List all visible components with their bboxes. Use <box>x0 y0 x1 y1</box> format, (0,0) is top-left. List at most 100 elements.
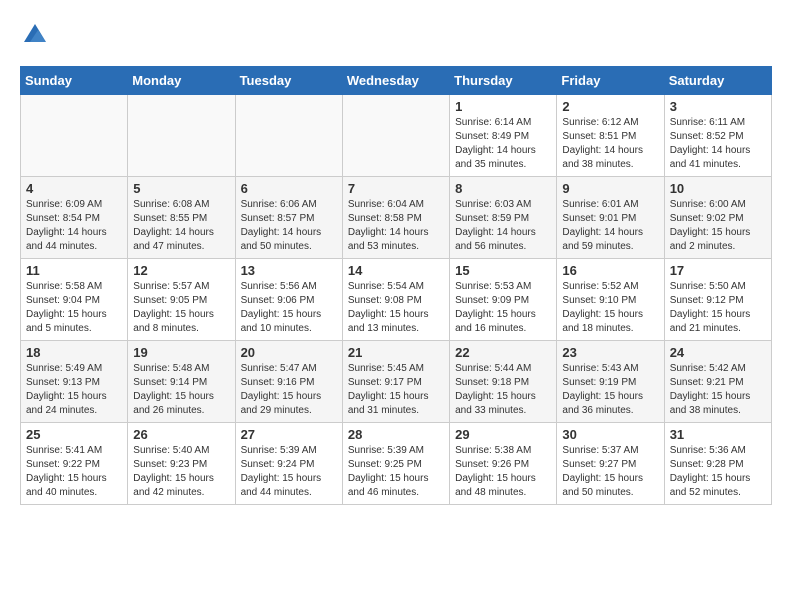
calendar-day-cell: 19 Sunrise: 5:48 AM Sunset: 9:14 PM Dayli… <box>128 341 235 423</box>
day-number: 2 <box>562 99 658 114</box>
day-info: Sunrise: 5:49 AM Sunset: 9:13 PM Dayligh… <box>26 362 122 418</box>
day-info: Sunrise: 6:11 AM Sunset: 8:52 PM Dayligh… <box>670 116 766 172</box>
calendar-day-cell <box>235 95 342 177</box>
calendar-day-cell: 13Sunrise: 5:56 AM Sunset: 9:06 PM Dayli… <box>235 259 342 341</box>
day-number: 25 <box>26 427 122 442</box>
weekday-header: Sunday <box>21 67 128 95</box>
day-info: Sunrise: 6:14 AM Sunset: 8:49 PM Dayligh… <box>455 116 551 172</box>
calendar-day-cell: 7 Sunrise: 6:04 AM Sunset: 8:58 PM Daylig… <box>342 177 449 259</box>
day-info: Sunrise: 5:39 AM Sunset: 9:25 PM Dayligh… <box>348 444 444 500</box>
weekday-header: Monday <box>128 67 235 95</box>
calendar-day-cell <box>342 95 449 177</box>
day-info: Sunrise: 5:47 AM Sunset: 9:16 PM Dayligh… <box>241 362 337 418</box>
calendar-day-cell: 14Sunrise: 5:54 AM Sunset: 9:08 PM Dayli… <box>342 259 449 341</box>
weekday-header: Wednesday <box>342 67 449 95</box>
calendar-week-row: 25 Sunrise: 5:41 AM Sunset: 9:22 PM Dayli… <box>21 423 772 505</box>
calendar-day-cell: 25 Sunrise: 5:41 AM Sunset: 9:22 PM Dayli… <box>21 423 128 505</box>
day-number: 16 <box>562 263 658 278</box>
day-number: 19 <box>133 345 229 360</box>
day-info: Sunrise: 5:41 AM Sunset: 9:22 PM Dayligh… <box>26 444 122 500</box>
day-info: Sunrise: 5:36 AM Sunset: 9:28 PM Dayligh… <box>670 444 766 500</box>
day-number: 4 <box>26 181 122 196</box>
day-number: 24 <box>670 345 766 360</box>
day-number: 27 <box>241 427 337 442</box>
calendar-day-cell: 27 Sunrise: 5:39 AM Sunset: 9:24 PM Dayli… <box>235 423 342 505</box>
calendar-day-cell: 23 Sunrise: 5:43 AM Sunset: 9:19 PM Dayli… <box>557 341 664 423</box>
day-number: 1 <box>455 99 551 114</box>
day-info: Sunrise: 5:50 AM Sunset: 9:12 PM Dayligh… <box>670 280 766 336</box>
weekday-header: Tuesday <box>235 67 342 95</box>
day-info: Sunrise: 6:12 AM Sunset: 8:51 PM Dayligh… <box>562 116 658 172</box>
calendar-week-row: 18 Sunrise: 5:49 AM Sunset: 9:13 PM Dayli… <box>21 341 772 423</box>
calendar-day-cell: 18 Sunrise: 5:49 AM Sunset: 9:13 PM Dayli… <box>21 341 128 423</box>
calendar-body: 1 Sunrise: 6:14 AM Sunset: 8:49 PM Daylig… <box>21 95 772 505</box>
day-number: 18 <box>26 345 122 360</box>
calendar-day-cell: 12Sunrise: 5:57 AM Sunset: 9:05 PM Dayli… <box>128 259 235 341</box>
calendar-day-cell: 26Sunrise: 5:40 AM Sunset: 9:23 PM Dayli… <box>128 423 235 505</box>
day-info: Sunrise: 6:01 AM Sunset: 9:01 PM Dayligh… <box>562 198 658 254</box>
weekday-header: Friday <box>557 67 664 95</box>
calendar-day-cell: 24Sunrise: 5:42 AM Sunset: 9:21 PM Dayli… <box>664 341 771 423</box>
calendar-day-cell: 29 Sunrise: 5:38 AM Sunset: 9:26 PM Dayli… <box>450 423 557 505</box>
day-number: 31 <box>670 427 766 442</box>
day-info: Sunrise: 6:09 AM Sunset: 8:54 PM Dayligh… <box>26 198 122 254</box>
calendar-day-cell: 20 Sunrise: 5:47 AM Sunset: 9:16 PM Dayli… <box>235 341 342 423</box>
day-number: 11 <box>26 263 122 278</box>
calendar-day-cell <box>128 95 235 177</box>
day-number: 3 <box>670 99 766 114</box>
day-number: 6 <box>241 181 337 196</box>
weekday-header: Saturday <box>664 67 771 95</box>
calendar-day-cell: 15 Sunrise: 5:53 AM Sunset: 9:09 PM Dayli… <box>450 259 557 341</box>
day-number: 21 <box>348 345 444 360</box>
day-info: Sunrise: 5:58 AM Sunset: 9:04 PM Dayligh… <box>26 280 122 336</box>
day-info: Sunrise: 5:52 AM Sunset: 9:10 PM Dayligh… <box>562 280 658 336</box>
calendar-day-cell: 16 Sunrise: 5:52 AM Sunset: 9:10 PM Dayli… <box>557 259 664 341</box>
calendar-table: SundayMondayTuesdayWednesdayThursdayFrid… <box>20 66 772 505</box>
calendar-day-cell: 6Sunrise: 6:06 AM Sunset: 8:57 PM Daylig… <box>235 177 342 259</box>
day-info: Sunrise: 5:48 AM Sunset: 9:14 PM Dayligh… <box>133 362 229 418</box>
day-number: 17 <box>670 263 766 278</box>
calendar-day-cell: 8Sunrise: 6:03 AM Sunset: 8:59 PM Daylig… <box>450 177 557 259</box>
day-info: Sunrise: 5:53 AM Sunset: 9:09 PM Dayligh… <box>455 280 551 336</box>
calendar-day-cell: 9 Sunrise: 6:01 AM Sunset: 9:01 PM Daylig… <box>557 177 664 259</box>
day-number: 7 <box>348 181 444 196</box>
day-number: 29 <box>455 427 551 442</box>
day-number: 23 <box>562 345 658 360</box>
calendar-day-cell: 1 Sunrise: 6:14 AM Sunset: 8:49 PM Daylig… <box>450 95 557 177</box>
logo <box>20 20 54 50</box>
day-info: Sunrise: 6:08 AM Sunset: 8:55 PM Dayligh… <box>133 198 229 254</box>
calendar-day-cell: 21 Sunrise: 5:45 AM Sunset: 9:17 PM Dayli… <box>342 341 449 423</box>
weekday-header: Thursday <box>450 67 557 95</box>
day-info: Sunrise: 6:03 AM Sunset: 8:59 PM Dayligh… <box>455 198 551 254</box>
day-number: 20 <box>241 345 337 360</box>
calendar-day-cell: 11 Sunrise: 5:58 AM Sunset: 9:04 PM Dayli… <box>21 259 128 341</box>
day-info: Sunrise: 6:00 AM Sunset: 9:02 PM Dayligh… <box>670 198 766 254</box>
calendar-week-row: 11 Sunrise: 5:58 AM Sunset: 9:04 PM Dayli… <box>21 259 772 341</box>
calendar-day-cell: 2 Sunrise: 6:12 AM Sunset: 8:51 PM Daylig… <box>557 95 664 177</box>
day-info: Sunrise: 5:38 AM Sunset: 9:26 PM Dayligh… <box>455 444 551 500</box>
day-number: 9 <box>562 181 658 196</box>
calendar-day-cell: 30Sunrise: 5:37 AM Sunset: 9:27 PM Dayli… <box>557 423 664 505</box>
calendar-week-row: 1 Sunrise: 6:14 AM Sunset: 8:49 PM Daylig… <box>21 95 772 177</box>
day-info: Sunrise: 5:45 AM Sunset: 9:17 PM Dayligh… <box>348 362 444 418</box>
calendar-day-cell: 31 Sunrise: 5:36 AM Sunset: 9:28 PM Dayli… <box>664 423 771 505</box>
day-number: 10 <box>670 181 766 196</box>
day-number: 12 <box>133 263 229 278</box>
day-number: 28 <box>348 427 444 442</box>
calendar-day-cell: 10 Sunrise: 6:00 AM Sunset: 9:02 PM Dayli… <box>664 177 771 259</box>
weekday-header-row: SundayMondayTuesdayWednesdayThursdayFrid… <box>21 67 772 95</box>
page-header <box>20 20 772 50</box>
day-number: 15 <box>455 263 551 278</box>
day-number: 30 <box>562 427 658 442</box>
calendar-day-cell: 17 Sunrise: 5:50 AM Sunset: 9:12 PM Dayli… <box>664 259 771 341</box>
day-info: Sunrise: 6:04 AM Sunset: 8:58 PM Dayligh… <box>348 198 444 254</box>
day-number: 26 <box>133 427 229 442</box>
calendar-day-cell: 5Sunrise: 6:08 AM Sunset: 8:55 PM Daylig… <box>128 177 235 259</box>
day-number: 13 <box>241 263 337 278</box>
calendar-day-cell: 22Sunrise: 5:44 AM Sunset: 9:18 PM Dayli… <box>450 341 557 423</box>
day-number: 14 <box>348 263 444 278</box>
calendar-header: SundayMondayTuesdayWednesdayThursdayFrid… <box>21 67 772 95</box>
day-info: Sunrise: 5:43 AM Sunset: 9:19 PM Dayligh… <box>562 362 658 418</box>
day-info: Sunrise: 5:39 AM Sunset: 9:24 PM Dayligh… <box>241 444 337 500</box>
calendar-week-row: 4 Sunrise: 6:09 AM Sunset: 8:54 PM Daylig… <box>21 177 772 259</box>
